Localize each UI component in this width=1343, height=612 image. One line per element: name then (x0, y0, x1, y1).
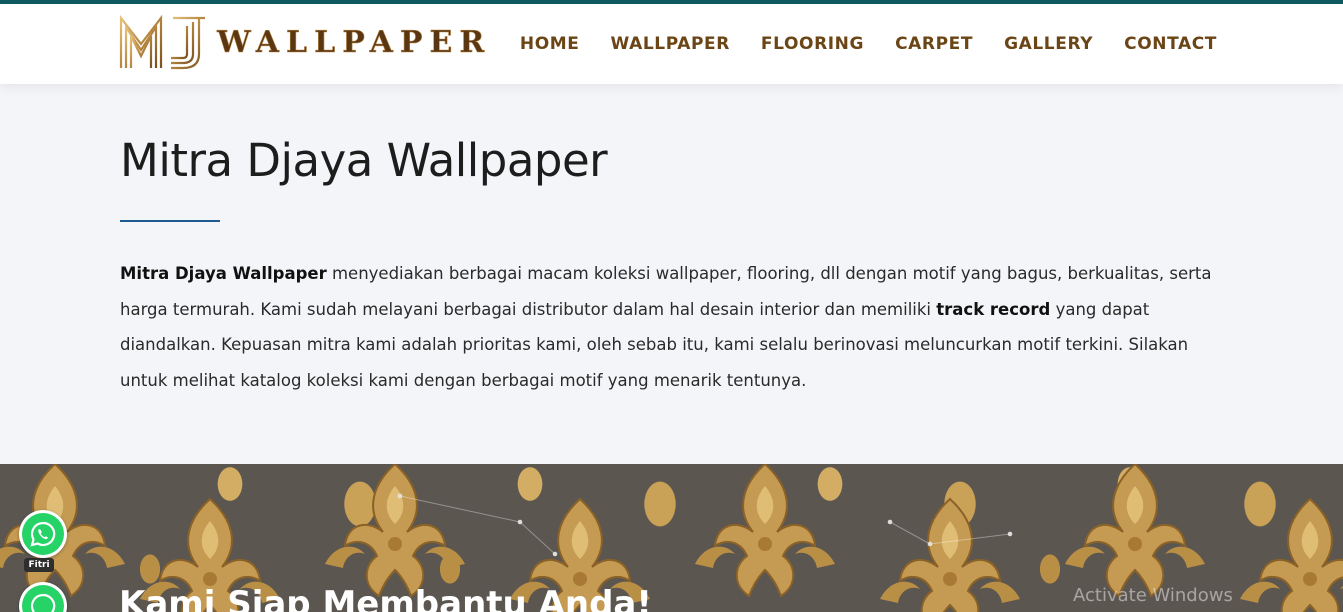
logo-wordmark: WALLPAPER (217, 24, 492, 60)
nav-flooring[interactable]: FLOORING (761, 34, 864, 54)
nav-wallpaper[interactable]: WALLPAPER (610, 34, 729, 54)
banner-title: Kami Siap Membantu Anda! (119, 584, 652, 612)
mj-logo-mark-icon (119, 14, 205, 70)
main-nav: HOME WALLPAPER FLOORING CARPET GALLERY C… (520, 4, 1217, 84)
nav-gallery[interactable]: GALLERY (1004, 34, 1093, 54)
whatsapp-chat-button[interactable] (19, 510, 67, 558)
whatsapp-icon (22, 585, 64, 612)
site-logo[interactable]: WALLPAPER (119, 14, 491, 70)
help-banner: Kami Siap Membantu Anda! Activate Window… (0, 464, 1343, 612)
nav-contact[interactable]: CONTACT (1124, 34, 1217, 54)
os-activation-watermark: Activate Windows (1073, 585, 1233, 606)
whatsapp-icon (22, 513, 64, 555)
page-title: Mitra Djaya Wallpaper (120, 134, 608, 187)
intro-brand-name: Mitra Djaya Wallpaper (120, 264, 327, 283)
about-section: Mitra Djaya Wallpaper Mitra Djaya Wallpa… (120, 134, 1225, 390)
intro-paragraph: Mitra Djaya Wallpaper menyediakan berbag… (120, 256, 1225, 398)
intro-track-record: track record (936, 299, 1051, 319)
site-header: WALLPAPER HOME WALLPAPER FLOORING CARPET… (0, 4, 1343, 84)
nav-carpet[interactable]: CARPET (895, 34, 973, 54)
whatsapp-agent-label: Fitri (24, 558, 54, 572)
nav-home[interactable]: HOME (520, 34, 580, 54)
title-divider (120, 220, 220, 222)
